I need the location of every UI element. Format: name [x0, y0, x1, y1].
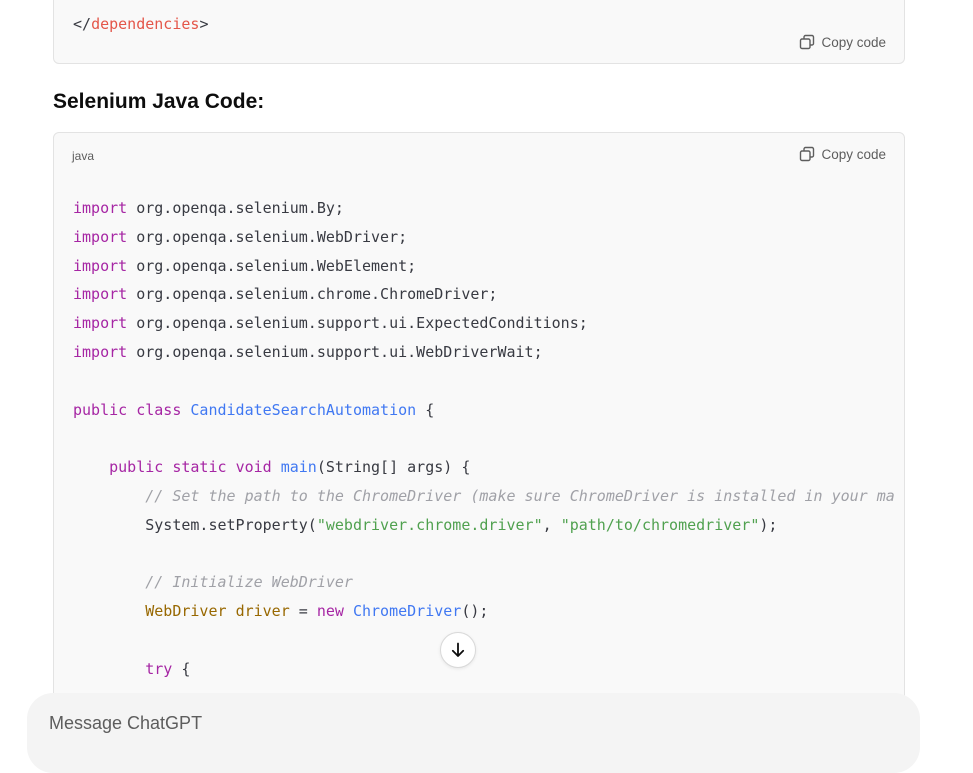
code-line: import org.openqa.selenium.support.ui.We… — [73, 338, 895, 367]
code-token: import — [73, 285, 128, 304]
code-token: CandidateSearchAutomation — [190, 400, 417, 419]
code-line: System.setProperty("webdriver.chrome.dri… — [73, 511, 895, 540]
code-token: org.openqa.selenium.chrome.ChromeDriver; — [127, 285, 498, 304]
code-token: org.openqa.selenium.By; — [127, 199, 344, 217]
code-token: org.openqa.selenium.WebElement; — [127, 256, 417, 275]
code-token: driver — [235, 602, 290, 621]
code-token: { — [416, 400, 435, 419]
code-token: System.setProperty( — [73, 515, 317, 534]
code-token: WebDriver — [145, 602, 227, 621]
code-token: ); — [759, 515, 778, 534]
section-heading: Selenium Java Code: — [53, 90, 265, 113]
code-line: // Initialize WebDriver — [73, 568, 895, 597]
code-line: import org.openqa.selenium.WebElement; — [73, 252, 895, 281]
scroll-to-bottom-button[interactable] — [440, 632, 476, 668]
copy-code-button[interactable]: Copy code — [799, 146, 886, 162]
code-token: class — [136, 400, 182, 419]
previous-code-block: </dependencies> Copy code — [53, 0, 905, 64]
code-token: main — [280, 458, 317, 477]
code-token: // Initialize WebDriver — [145, 573, 353, 592]
code-line: public class CandidateSearchAutomation { — [73, 396, 895, 425]
copy-code-label: Copy code — [821, 34, 886, 50]
code-token: org.openqa.selenium.support.ui.WebDriver… — [127, 342, 543, 361]
code-token: "webdriver.chrome.driver" — [316, 515, 543, 534]
code-line: import org.openqa.selenium.support.ui.Ex… — [73, 309, 895, 338]
code-token: (String[] args) { — [316, 458, 471, 477]
code-token: public — [73, 400, 128, 419]
code-content: import org.openqa.selenium.By; import org… — [73, 194, 895, 684]
code-token: try — [145, 659, 173, 678]
code-token: // Set the path to the ChromeDriver (mak… — [145, 486, 895, 505]
code-language-label: java — [72, 149, 95, 163]
code-token: (); — [461, 602, 489, 621]
code-line: try { — [73, 655, 895, 684]
code-token: new — [316, 602, 344, 621]
code-token: import — [73, 199, 128, 217]
code-token: public — [109, 458, 164, 477]
code-token: "path/to/chromedriver" — [560, 515, 760, 534]
code-line: public static void main(String[] args) { — [73, 453, 895, 482]
code-line: // Set the path to the ChromeDriver (mak… — [73, 482, 895, 511]
copy-code-button[interactable]: Copy code — [799, 34, 886, 50]
message-composer[interactable]: Message ChatGPT — [27, 693, 920, 773]
code-token: = — [289, 602, 317, 621]
code-token: import — [73, 227, 128, 246]
code-line: import org.openqa.selenium.WebDriver; — [73, 223, 895, 252]
code-token: void — [235, 458, 272, 477]
arrow-down-icon — [451, 642, 465, 657]
code-token: > — [199, 15, 209, 33]
code-token: import — [73, 342, 128, 361]
code-line: </dependencies> — [73, 14, 208, 34]
message-input[interactable]: Message ChatGPT — [49, 713, 202, 734]
code-token: org.openqa.selenium.WebDriver; — [127, 227, 408, 246]
code-line: import org.openqa.selenium.By; — [73, 194, 895, 223]
code-token: ChromeDriver — [352, 602, 462, 621]
copy-icon — [800, 146, 815, 162]
code-token: , — [542, 515, 561, 534]
code-token: import — [73, 314, 128, 333]
code-token: import — [73, 256, 128, 275]
code-token: </ — [73, 15, 92, 33]
copy-icon — [800, 34, 815, 50]
previous-code-content: </dependencies> — [73, 14, 208, 34]
copy-code-label: Copy code — [821, 146, 886, 162]
code-token: dependencies — [91, 15, 200, 33]
code-line: import org.openqa.selenium.chrome.Chrome… — [73, 280, 895, 309]
java-code-block: java Copy code import org.openqa.seleniu… — [53, 132, 905, 772]
code-token: org.openqa.selenium.support.ui.ExpectedC… — [127, 314, 588, 333]
code-line: WebDriver driver = new ChromeDriver(); — [73, 597, 895, 626]
code-token: { — [172, 659, 191, 678]
code-token: static — [172, 458, 227, 477]
